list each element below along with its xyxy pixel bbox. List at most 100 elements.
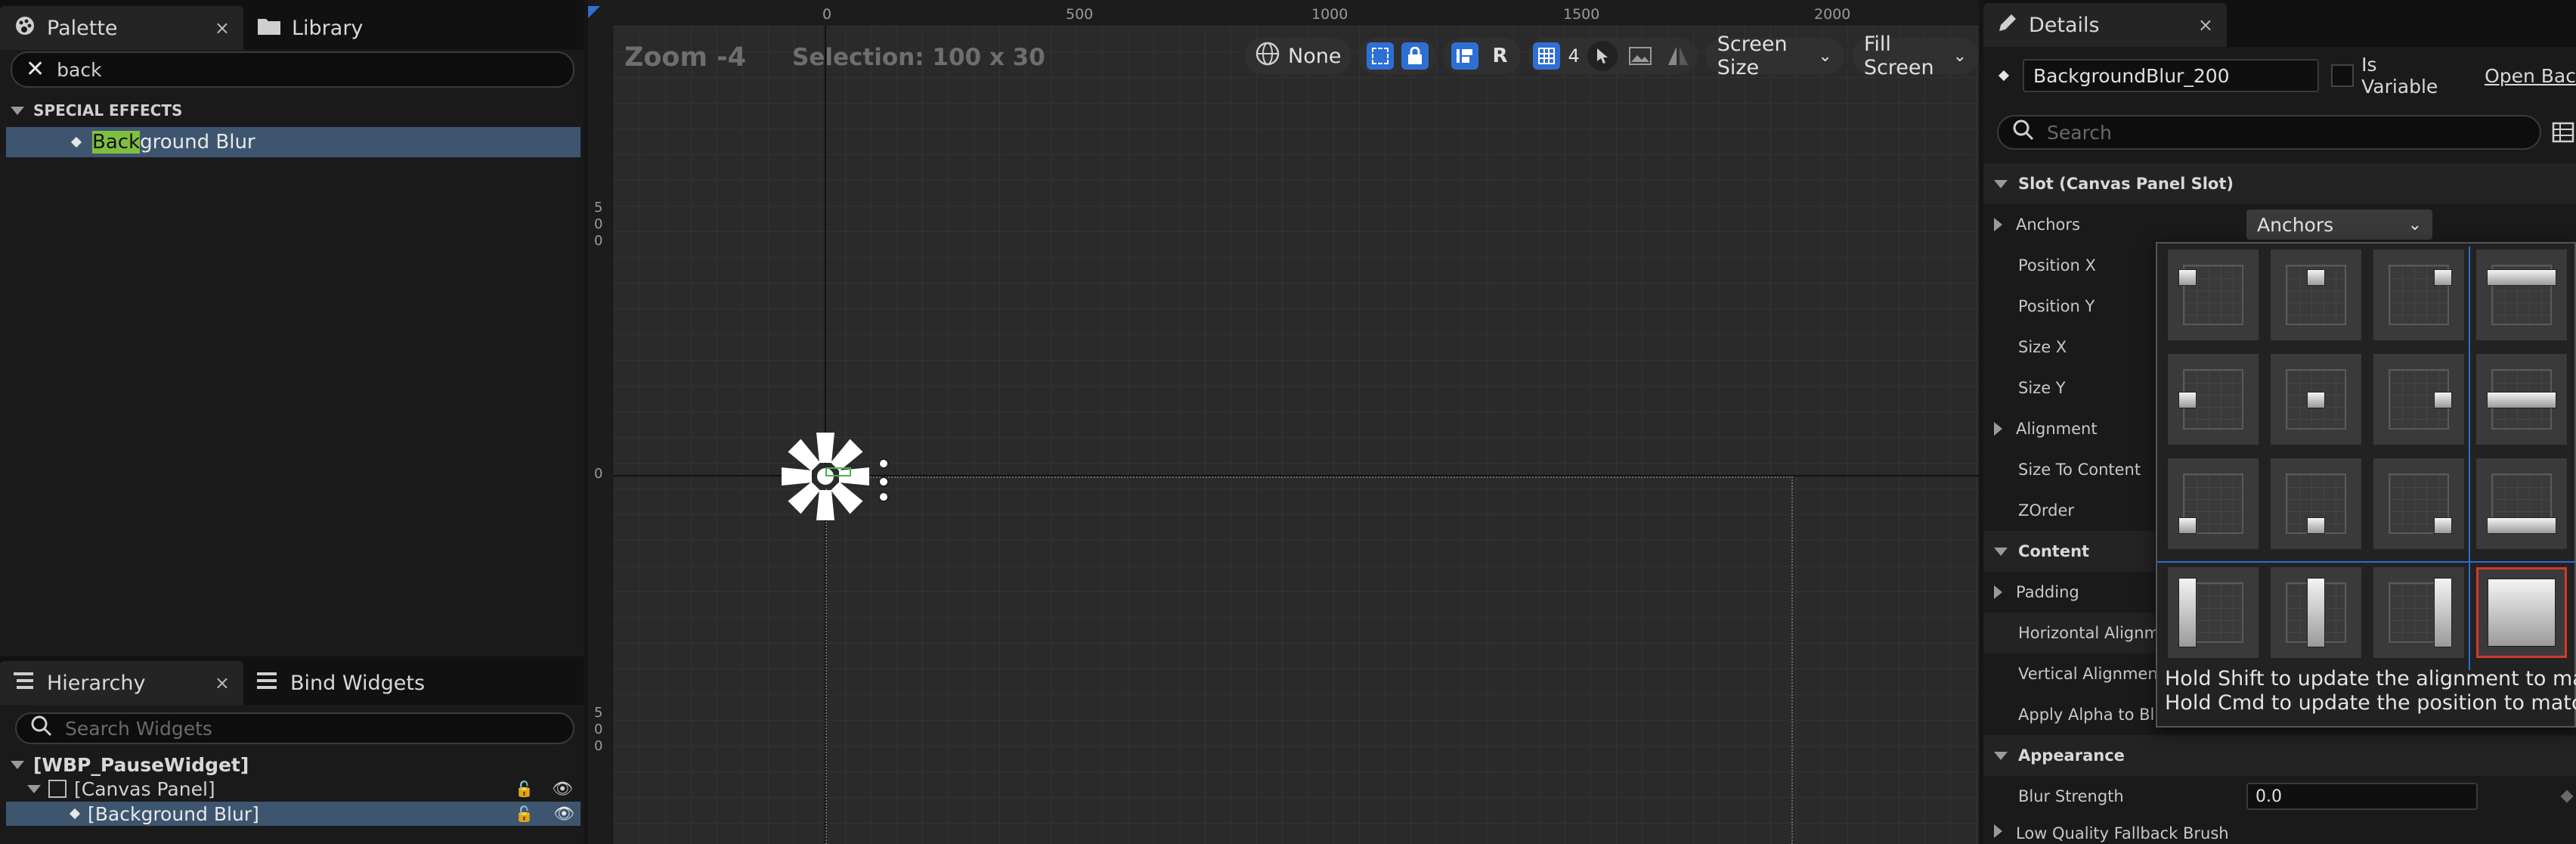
chevron-down-icon: ⌄: [1952, 46, 1967, 66]
tab-bind-widgets[interactable]: Bind Widgets: [243, 661, 438, 705]
open-bac-link[interactable]: Open Bac: [2485, 65, 2576, 87]
anchor-top-center[interactable]: [2271, 250, 2361, 340]
grid-snap-group: 4: [1528, 38, 1698, 74]
tab-hierarchy[interactable]: Hierarchy ×: [0, 661, 243, 705]
tree-item-canvas-panel[interactable]: [Canvas Panel] 🔓 👁: [27, 777, 579, 800]
tab-palette-label: Palette: [47, 16, 118, 40]
ruler-top: 0 500 1000 1500 2000: [588, 0, 1979, 26]
details-tabbar: Details ×: [1983, 0, 2576, 47]
tree-item-root[interactable]: [WBP_PauseWidget]: [11, 753, 249, 776]
ruler-tick-label: 5 0 0: [594, 705, 603, 754]
anchor-bottom-left[interactable]: [2168, 458, 2259, 549]
hierarchy-search[interactable]: [15, 712, 574, 744]
prop-label: Horizontal Alignme: [2018, 624, 2169, 642]
marquee-select-icon[interactable]: [1367, 42, 1395, 70]
anchor-top-right[interactable]: [2373, 250, 2464, 340]
anchor-flower-icon[interactable]: [776, 427, 875, 526]
clear-search-icon[interactable]: ✕: [26, 58, 45, 81]
close-icon[interactable]: ×: [215, 17, 230, 39]
resize-handle[interactable]: [878, 492, 889, 502]
expand-arrow-icon[interactable]: [1994, 824, 2002, 838]
anchor-stretch-full[interactable]: [2476, 567, 2567, 658]
blur-strength-input[interactable]: [2246, 783, 2478, 810]
anchor-bottom-stretch[interactable]: [2476, 458, 2567, 549]
screen-bounds-vertical: [825, 476, 827, 844]
resize-handle[interactable]: [878, 458, 889, 469]
grid-snap-value[interactable]: 4: [1568, 45, 1579, 67]
lock-icon[interactable]: [1401, 42, 1429, 70]
prop-label: Position Y: [2018, 297, 2095, 315]
section-slot[interactable]: Slot (Canvas Panel Slot): [1983, 163, 2576, 204]
expand-arrow-icon[interactable]: [1994, 585, 2002, 599]
localization-label: None: [1288, 44, 1342, 68]
palette-tabbar: Palette × Library: [0, 0, 584, 50]
expand-arrow-icon[interactable]: [1994, 218, 2002, 231]
screen-size-dropdown[interactable]: Screen Size ⌄: [1704, 33, 1844, 79]
viewport-toolbar: None R 4 Screen Size ⌄ Fill Screen ⌄: [1244, 33, 1979, 79]
fill-screen-dropdown[interactable]: Fill Screen ⌄: [1851, 33, 1979, 79]
anchor-stretch-left[interactable]: [2168, 567, 2259, 658]
prop-label: ZOrder: [2018, 501, 2075, 520]
collapse-arrow-icon[interactable]: [27, 784, 41, 793]
visibility-eye-icon[interactable]: 👁: [552, 780, 573, 799]
chevron-down-icon: ⌄: [2407, 215, 2422, 234]
designer-viewport[interactable]: 0 500 1000 1500 2000 5 0 0 0 5 0 0 Zoom …: [588, 0, 1979, 844]
section-appearance[interactable]: Appearance: [1983, 735, 2576, 776]
close-icon[interactable]: ×: [2198, 14, 2213, 36]
collapse-arrow-icon[interactable]: [11, 760, 24, 769]
anchor-center[interactable]: [2271, 354, 2361, 445]
special-effects-section[interactable]: SPECIAL EFFECTS: [11, 100, 182, 121]
lock-icon[interactable]: 🔓: [515, 780, 534, 798]
tab-palette[interactable]: Palette ×: [0, 6, 243, 50]
respect-locks-icon[interactable]: [1451, 42, 1479, 70]
anchor-center-left[interactable]: [2168, 354, 2259, 445]
details-search-input[interactable]: [2047, 121, 2526, 144]
palette-search-input[interactable]: [57, 58, 559, 81]
prop-label: Low Quality Fallback Brush: [2016, 824, 2229, 842]
property-matrix-icon[interactable]: [2552, 121, 2574, 148]
visibility-eye-icon[interactable]: 👁: [553, 805, 574, 824]
close-icon[interactable]: ×: [215, 672, 230, 694]
image-icon[interactable]: [1625, 41, 1655, 71]
prop-label: Apply Alpha to Blur: [2018, 706, 2172, 724]
details-search[interactable]: [1997, 115, 2541, 150]
anchor-center-stretch[interactable]: [2476, 354, 2567, 445]
reset-diamond-icon[interactable]: [2560, 790, 2574, 803]
folder-icon: [257, 16, 281, 41]
anchor-stretch-center[interactable]: [2271, 567, 2361, 658]
anchor-bottom-center[interactable]: [2271, 458, 2361, 549]
flip-icon[interactable]: [1663, 41, 1693, 71]
prop-label: Vertical Alignment: [2018, 665, 2164, 683]
anchor-top-left[interactable]: [2168, 250, 2259, 340]
expand-arrow-icon[interactable]: [1994, 422, 2002, 436]
resize-handle[interactable]: [878, 476, 889, 487]
collapse-arrow-icon: [1994, 547, 2008, 556]
palette-search[interactable]: ✕: [11, 51, 574, 88]
tree-item-background-blur[interactable]: [Background Blur] 🔓 👁: [6, 802, 581, 826]
cursor-icon[interactable]: [1587, 41, 1618, 71]
hierarchy-search-input[interactable]: [65, 717, 559, 740]
hierarchy-panel: Hierarchy × Bind Widgets [WBP_PauseWidge…: [0, 656, 584, 844]
localization-preview-button[interactable]: None: [1244, 38, 1352, 74]
anchors-dropdown[interactable]: Anchors ⌄: [2246, 209, 2432, 240]
grid-snap-icon[interactable]: [1533, 42, 1561, 70]
lock-icon[interactable]: 🔓: [515, 805, 534, 823]
widget-name-input[interactable]: [2022, 59, 2320, 92]
anchor-top-stretch[interactable]: [2476, 250, 2567, 340]
widget-name-row: Is Variable Open Bac: [1983, 54, 2576, 98]
palette-item-background-blur[interactable]: Background Blur: [6, 127, 581, 157]
tab-details-label: Details: [2029, 13, 2100, 37]
ruler-tick-label: 0: [594, 466, 603, 482]
is-variable-checkbox[interactable]: [2331, 64, 2355, 87]
prop-label: Size To Content: [2018, 461, 2141, 479]
selected-widget-outline[interactable]: [825, 467, 851, 476]
tab-library[interactable]: Library: [243, 6, 376, 50]
ruler-corner-icon: [588, 6, 600, 18]
anchor-bottom-right[interactable]: [2373, 458, 2464, 549]
anchor-center-right[interactable]: [2373, 354, 2464, 445]
section-content-label: Content: [2018, 542, 2090, 560]
layout-mode-group: R: [1444, 38, 1522, 74]
r-toggle-button[interactable]: R: [1486, 45, 1513, 67]
tab-details[interactable]: Details ×: [1983, 3, 2227, 47]
anchor-stretch-right[interactable]: [2373, 567, 2464, 658]
